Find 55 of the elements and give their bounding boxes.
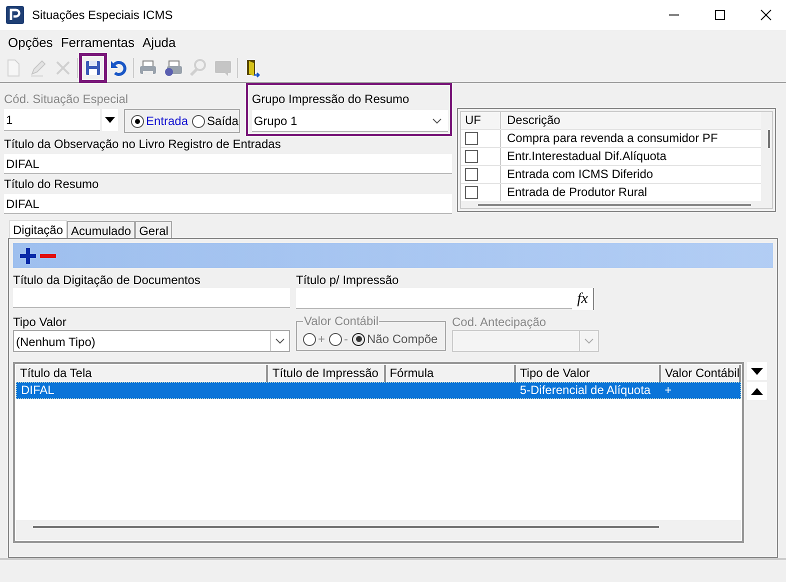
field-label: Cód. Situação Especial bbox=[4, 91, 130, 107]
checkbox[interactable] bbox=[465, 132, 478, 145]
field-label: Título da Digitação de Documentos bbox=[13, 272, 202, 288]
radio-option[interactable]: Saída bbox=[192, 114, 238, 128]
text-field[interactable]: DIFAL bbox=[4, 194, 452, 214]
move-up-button[interactable] bbox=[747, 382, 767, 400]
field-label: Cod. Antecipação bbox=[452, 314, 548, 330]
field-label: Grupo Impressão do Resumo bbox=[252, 91, 410, 107]
group-select[interactable]: Grupo 1 bbox=[252, 110, 448, 132]
scrollbar-thumb[interactable] bbox=[768, 130, 770, 148]
scrollbar-thumb[interactable] bbox=[478, 204, 751, 206]
dropdown-button[interactable] bbox=[102, 109, 118, 131]
plus-icon[interactable] bbox=[19, 246, 37, 264]
table-cell-text: Entrada de Produtor Rural bbox=[506, 184, 648, 201]
field-label: Título do Resumo bbox=[4, 176, 100, 192]
menu-item[interactable]: Ferramentas bbox=[60, 34, 135, 50]
formula-button[interactable]: fx bbox=[572, 288, 594, 310]
radio-option[interactable]: Entrada bbox=[131, 114, 188, 128]
text-field[interactable] bbox=[296, 288, 572, 309]
app-logo-icon bbox=[6, 6, 24, 24]
grid-row[interactable]: DIFAL 5-Diferencial de Alíquota + bbox=[16, 382, 741, 399]
menu-item[interactable]: Ajuda bbox=[142, 34, 176, 50]
field-label: Tipo Valor bbox=[13, 314, 68, 330]
table-cell: + bbox=[664, 383, 672, 397]
chevron-icon bbox=[584, 338, 594, 344]
maximize-icon[interactable] bbox=[714, 9, 726, 21]
tab[interactable]: Digitação bbox=[9, 220, 68, 239]
text-field[interactable] bbox=[13, 288, 290, 308]
close-icon[interactable] bbox=[760, 9, 772, 21]
table-cell: 5-Diferencial de Alíquota bbox=[520, 383, 651, 397]
field-label: Título p/ Impressão bbox=[296, 272, 400, 288]
checkbox[interactable] bbox=[465, 168, 478, 181]
down-triangle-icon bbox=[751, 368, 763, 374]
column-header[interactable]: Descrição bbox=[501, 112, 560, 129]
table-cell-text: Entrada com ICMS Diferido bbox=[506, 166, 654, 183]
checkbox[interactable] bbox=[465, 150, 478, 163]
up-triangle-icon bbox=[751, 388, 763, 394]
tab[interactable]: Geral bbox=[135, 221, 172, 239]
window-title: Situações Especiais ICMS bbox=[32, 8, 173, 22]
table-cell: DIFAL bbox=[21, 383, 54, 397]
scrollbar-thumb[interactable] bbox=[33, 526, 659, 528]
group-label: Valor Contábil bbox=[303, 314, 380, 328]
field-label: Título da Observação no Livro Registro de Entradas bbox=[4, 136, 282, 152]
caret-icon bbox=[104, 116, 116, 124]
move-down-button[interactable] bbox=[747, 362, 767, 380]
text-field[interactable]: DIFAL bbox=[4, 154, 452, 174]
checkbox[interactable] bbox=[465, 186, 478, 199]
tab[interactable]: Acumulado bbox=[67, 221, 136, 239]
save-icon[interactable] bbox=[81, 55, 105, 81]
table-cell-text: Compra para revenda a consumidor PF bbox=[506, 130, 718, 147]
table-cell-text: Entr.Interestadual Dif.Alíquota bbox=[506, 148, 666, 165]
chevron-icon bbox=[432, 118, 442, 124]
chevron-icon bbox=[275, 338, 285, 344]
menu-item[interactable]: Opções bbox=[8, 34, 53, 50]
value-type-select[interactable]: (Nenhum Tipo) bbox=[13, 330, 290, 352]
